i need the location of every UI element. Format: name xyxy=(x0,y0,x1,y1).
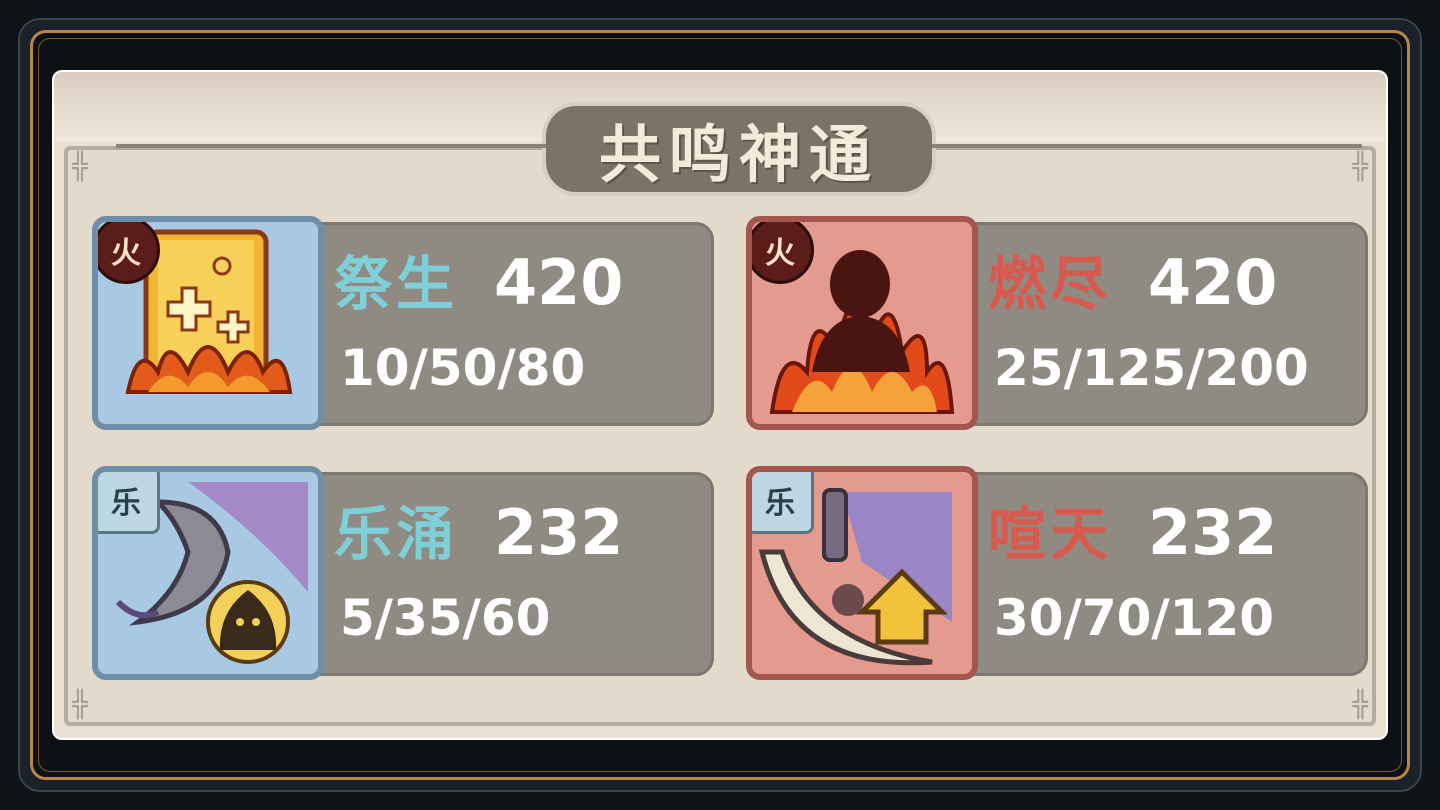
skill-card-leyong[interactable]: 乐 乐涌 232 5/35/60 xyxy=(92,466,720,680)
panel-title: 共鸣神通 xyxy=(598,118,879,191)
skill-name: 喧天 xyxy=(988,500,1113,568)
resonance-panel: ╬ ╬ ╬ ╬ 共鸣神通 火 祭生 420 10/50/80 火 燃尽 420 … xyxy=(52,70,1388,740)
skill-stage-values: 30/70/120 xyxy=(994,589,1275,647)
skill-card-jisheng[interactable]: 火 祭生 420 10/50/80 xyxy=(92,216,720,430)
skill-card-xuantian[interactable]: 乐 喧天 232 30/70/120 xyxy=(746,466,1374,680)
skill-stage-values: 5/35/60 xyxy=(340,589,551,647)
skill-value: 420 xyxy=(1148,246,1278,319)
title-plate: 共鸣神通 xyxy=(116,106,1362,192)
skill-card-jinjin[interactable]: 火 燃尽 420 25/125/200 xyxy=(746,216,1374,430)
corner-ornament-top-left: ╬ xyxy=(72,152,88,182)
corner-ornament-top-right: ╬ xyxy=(1352,152,1368,182)
skill-name: 乐涌 xyxy=(334,500,459,568)
corner-ornament-bottom-left: ╬ xyxy=(72,690,88,720)
skill-stage-values: 25/125/200 xyxy=(994,339,1309,397)
burning-figure-icon[interactable]: 火 xyxy=(746,216,978,430)
music-element-badge: 乐 xyxy=(98,472,160,534)
skill-value: 232 xyxy=(494,496,624,569)
skill-stage-values: 10/50/80 xyxy=(340,339,586,397)
skill-name: 祭生 xyxy=(334,250,459,318)
horn-icon[interactable]: 乐 xyxy=(92,466,324,680)
skill-name: 燃尽 xyxy=(988,250,1113,318)
cymbal-upgrade-icon[interactable]: 乐 xyxy=(746,466,978,680)
fire-element-badge: 火 xyxy=(98,222,160,284)
skill-value: 420 xyxy=(494,246,624,319)
music-element-badge: 乐 xyxy=(752,472,814,534)
corner-ornament-bottom-right: ╬ xyxy=(1352,690,1368,720)
skill-value: 232 xyxy=(1148,496,1278,569)
fire-element-badge: 火 xyxy=(752,222,814,284)
fire-scroll-icon[interactable]: 火 xyxy=(92,216,324,430)
